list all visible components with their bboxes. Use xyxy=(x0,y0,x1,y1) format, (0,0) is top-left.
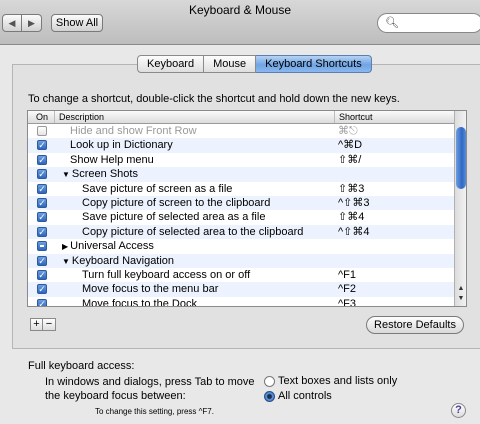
shortcut-keys[interactable]: ^F3 xyxy=(338,297,356,306)
search-field[interactable]: 🔍︎ xyxy=(377,13,480,33)
table-row[interactable]: ✓ ▼ Screen Shots xyxy=(28,167,454,182)
shortcut-keys[interactable]: ^⇧⌘3 xyxy=(338,196,370,210)
table-header: On Description Shortcut xyxy=(28,111,454,124)
disclosure-open-icon[interactable]: ▼ xyxy=(62,257,70,266)
radio-label: Text boxes and lists only xyxy=(278,375,398,387)
shortcut-description: Universal Access xyxy=(70,240,154,253)
table-row[interactable]: ✓ Save picture of selected area as a file… xyxy=(28,210,454,224)
show-all-button[interactable]: Show All xyxy=(51,14,103,32)
shortcuts-table[interactable]: On Description Shortcut Hide and show Fr… xyxy=(27,110,467,307)
scroll-thumb[interactable] xyxy=(456,127,466,189)
shortcut-description: Move focus to the Dock xyxy=(82,297,197,307)
enable-checkbox[interactable]: ✓ xyxy=(37,298,47,306)
history-nav: ◀ ▶ xyxy=(2,14,44,32)
forward-button[interactable]: ▶ xyxy=(22,14,42,32)
enable-checkbox[interactable] xyxy=(37,241,47,252)
disclosure-closed-icon[interactable]: ▶ xyxy=(62,242,68,251)
table-row[interactable]: ✓ Show Help menu ⇧⌘/ xyxy=(28,153,454,167)
table-row[interactable]: ▶ Universal Access xyxy=(28,239,454,253)
full-keyboard-access-prompt: In windows and dialogs, press Tab to mov… xyxy=(45,375,255,403)
enable-checkbox[interactable]: ✓ xyxy=(37,183,47,194)
remove-shortcut-button[interactable]: − xyxy=(43,318,56,331)
enable-checkbox[interactable]: ✓ xyxy=(37,269,47,280)
shortcut-description: Copy picture of screen to the clipboard xyxy=(82,196,271,209)
radio-text-boxes-and-lists[interactable]: Text boxes and lists only xyxy=(264,375,397,387)
shortcut-keys[interactable]: ^⇧⌘4 xyxy=(338,225,370,239)
tab-mouse[interactable]: Mouse xyxy=(204,55,257,73)
restore-defaults-button[interactable]: Restore Defaults xyxy=(366,316,464,334)
back-button[interactable]: ◀ xyxy=(2,14,22,32)
radio-label: All controls xyxy=(278,390,332,402)
table-row[interactable]: ✓ Turn full keyboard access on or off ^F1 xyxy=(28,268,454,282)
add-shortcut-button[interactable]: + xyxy=(30,318,43,331)
prompt-line-2: the keyboard focus between: xyxy=(45,390,186,402)
tab-keyboard-shortcuts[interactable]: Keyboard Shortcuts xyxy=(256,55,372,73)
shortcut-keys[interactable]: ⇧⌘3 xyxy=(338,182,364,196)
shortcut-description: Look up in Dictionary xyxy=(70,139,173,152)
table-row[interactable]: ✓ Move focus to the menu bar ^F2 xyxy=(28,282,454,297)
table-row[interactable]: ✓ Copy picture of screen to the clipboard… xyxy=(28,195,454,211)
tab-bar: Keyboard Mouse Keyboard Shortcuts xyxy=(137,55,372,73)
shortcut-description: Show Help menu xyxy=(70,153,154,166)
enable-checkbox[interactable]: ✓ xyxy=(37,212,47,223)
table-row[interactable]: ✓ ▼ Keyboard Navigation xyxy=(28,253,454,268)
table-row[interactable]: ✓ Move focus to the Dock ^F3 xyxy=(28,297,454,307)
table-body: Hide and show Front Row ⌘⎋ ✓ Look up in Dic… xyxy=(28,124,454,307)
shortcut-description: Keyboard Navigation xyxy=(71,254,175,267)
shortcut-keys[interactable]: ^F2 xyxy=(338,282,356,296)
enable-checkbox[interactable]: ✓ xyxy=(37,255,47,266)
shortcut-keys[interactable]: ⇧⌘4 xyxy=(338,210,364,224)
column-header-description[interactable]: Description xyxy=(54,111,104,123)
shortcut-description: Save picture of selected area as a file xyxy=(82,211,266,224)
enable-checkbox[interactable]: ✓ xyxy=(37,154,47,165)
shortcut-description: Save picture of screen as a file xyxy=(82,182,233,195)
radio-on-icon xyxy=(264,390,275,402)
radio-off-icon xyxy=(264,375,275,387)
tab-keyboard[interactable]: Keyboard xyxy=(137,55,205,73)
help-button[interactable]: ? xyxy=(451,403,466,418)
prompt-line-1: In windows and dialogs, press Tab to mov… xyxy=(45,376,255,388)
enable-checkbox[interactable]: ✓ xyxy=(37,284,47,295)
shortcut-keys[interactable]: ^⌘D xyxy=(338,138,362,152)
enable-checkbox[interactable]: ✓ xyxy=(37,140,47,151)
forward-arrow-icon: ▶ xyxy=(28,17,35,28)
shortcut-description: Turn full keyboard access on or off xyxy=(82,268,251,281)
column-header-shortcut[interactable]: Shortcut xyxy=(334,111,373,123)
scroll-down-icon[interactable]: ▼ xyxy=(455,295,466,305)
shortcut-keys[interactable]: ⇧⌘/ xyxy=(338,153,361,167)
table-row[interactable]: ✓ Copy picture of selected area to the cl… xyxy=(28,224,454,240)
table-row[interactable]: ✓ Save picture of screen as a file ⇧⌘3 xyxy=(28,182,454,196)
instruction-text: To change a shortcut, double-click the s… xyxy=(28,93,400,105)
radio-all-controls[interactable]: All controls xyxy=(264,390,332,402)
back-arrow-icon: ◀ xyxy=(8,17,16,28)
shortcut-keys[interactable]: ^F1 xyxy=(338,268,356,282)
vertical-scrollbar[interactable]: ▲ ▼ xyxy=(454,111,466,306)
full-keyboard-access-heading: Full keyboard access: xyxy=(28,360,135,372)
disclosure-open-icon[interactable]: ▼ xyxy=(62,170,70,179)
table-row[interactable]: Hide and show Front Row ⌘⎋ xyxy=(28,124,454,138)
shortcut-description: Move focus to the menu bar xyxy=(82,283,219,296)
shortcut-description: Copy picture of selected area to the cli… xyxy=(82,225,304,238)
shortcut-description: Screen Shots xyxy=(71,168,138,181)
enable-checkbox[interactable]: ✓ xyxy=(37,169,47,180)
window-titlebar: Keyboard & Mouse ◀ ▶ Show All 🔍︎ xyxy=(0,0,480,45)
enable-checkbox[interactable] xyxy=(37,126,47,136)
scroll-up-icon[interactable]: ▲ xyxy=(455,285,466,295)
shortcut-keys[interactable]: ⌘⎋ xyxy=(338,124,358,138)
search-icon: 🔍︎ xyxy=(385,17,399,29)
column-header-on[interactable]: On xyxy=(36,111,48,123)
enable-checkbox[interactable]: ✓ xyxy=(37,197,47,208)
keyboard-access-note: To change this setting, press ^F7. xyxy=(95,407,214,416)
shortcut-description: Hide and show Front Row xyxy=(70,125,197,137)
enable-checkbox[interactable]: ✓ xyxy=(37,226,47,237)
table-row[interactable]: ✓ Look up in Dictionary ^⌘D xyxy=(28,138,454,153)
